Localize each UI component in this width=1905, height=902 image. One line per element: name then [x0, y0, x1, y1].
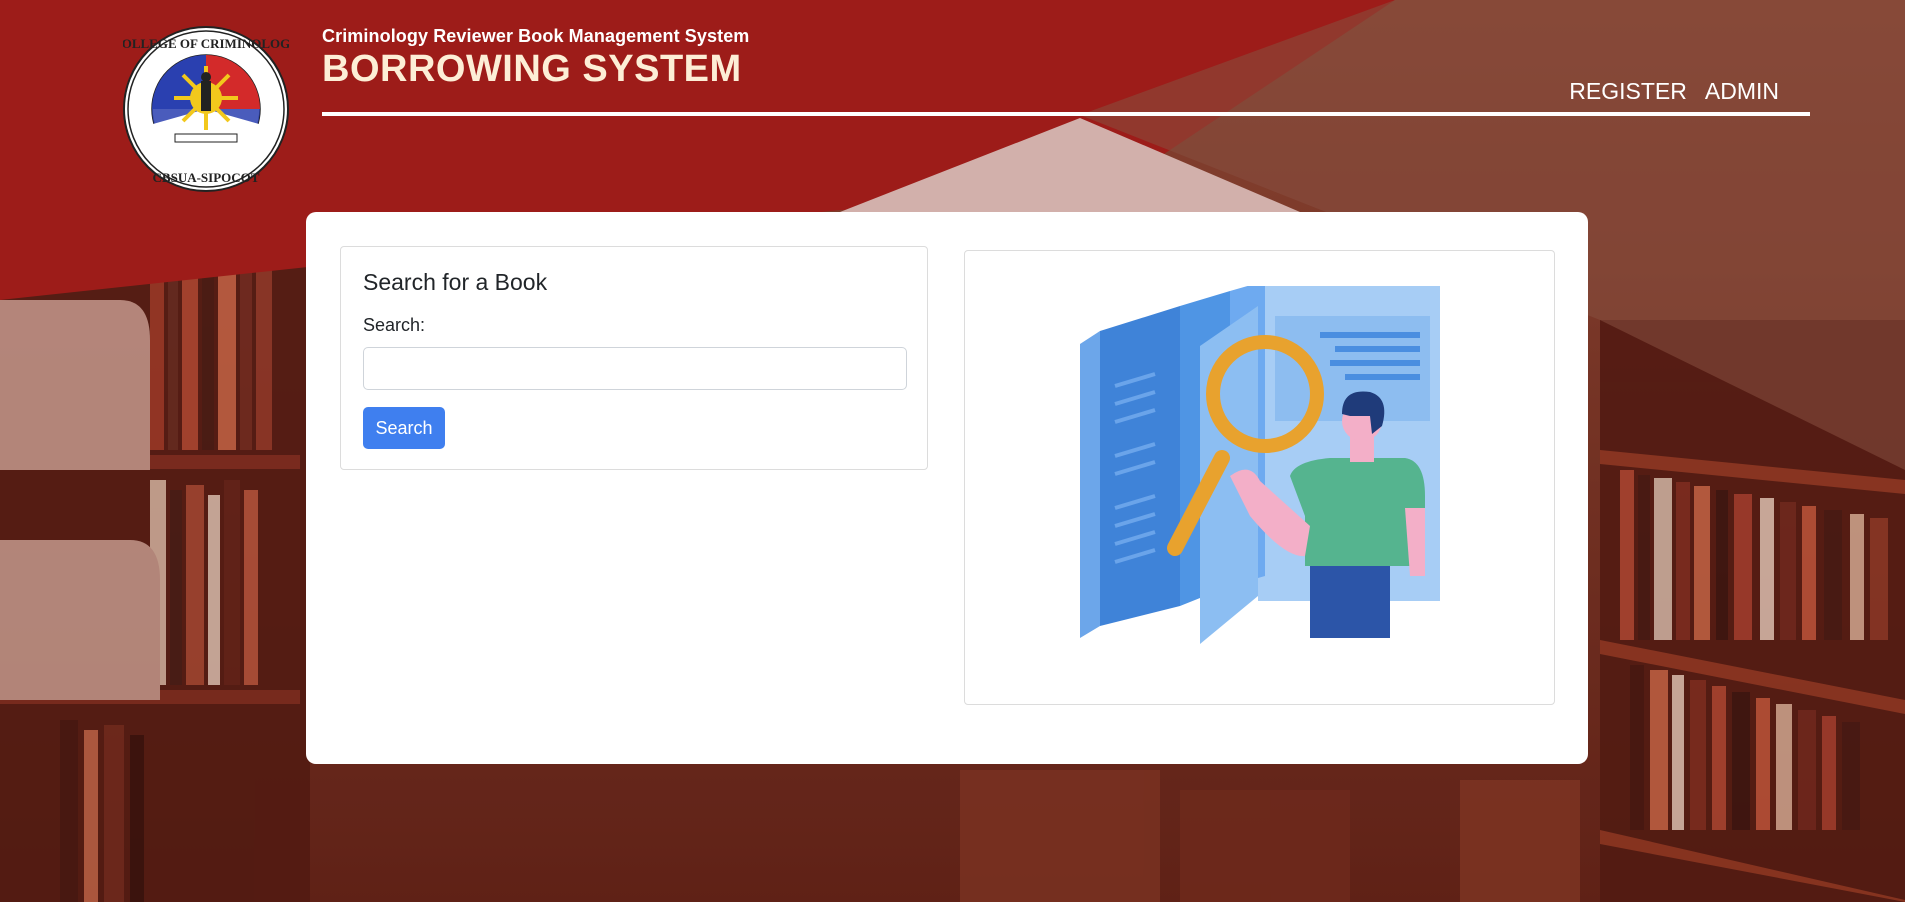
- admin-link[interactable]: ADMIN: [1705, 78, 1779, 105]
- top-nav: REGISTER ADMIN: [1569, 78, 1779, 105]
- book-search-illustration-icon: [1080, 286, 1440, 644]
- search-input[interactable]: [363, 347, 907, 390]
- app-subtitle: Criminology Reviewer Book Management Sys…: [322, 26, 750, 46]
- college-logo: COLLEGE OF CRIMINOLOGY CBSUA-SIPOCOT: [112, 26, 300, 192]
- svg-text:CBSUA-SIPOCOT: CBSUA-SIPOCOT: [153, 170, 260, 185]
- search-heading: Search for a Book: [363, 269, 548, 295]
- college-of-criminology-seal-icon: COLLEGE OF CRIMINOLOGY CBSUA-SIPOCOT: [112, 26, 300, 192]
- app-title: BORROWING SYSTEM: [322, 48, 742, 90]
- header-divider: [322, 112, 1810, 116]
- main-card: Search for a Book Search: Search: [306, 212, 1588, 764]
- search-label: Search:: [363, 315, 426, 335]
- svg-text:COLLEGE OF CRIMINOLOGY: COLLEGE OF CRIMINOLOGY: [123, 36, 289, 51]
- search-button[interactable]: Search: [363, 407, 445, 449]
- register-link[interactable]: REGISTER: [1569, 78, 1687, 105]
- illustration-panel: [964, 250, 1555, 705]
- search-panel: Search for a Book Search: Search: [340, 246, 928, 470]
